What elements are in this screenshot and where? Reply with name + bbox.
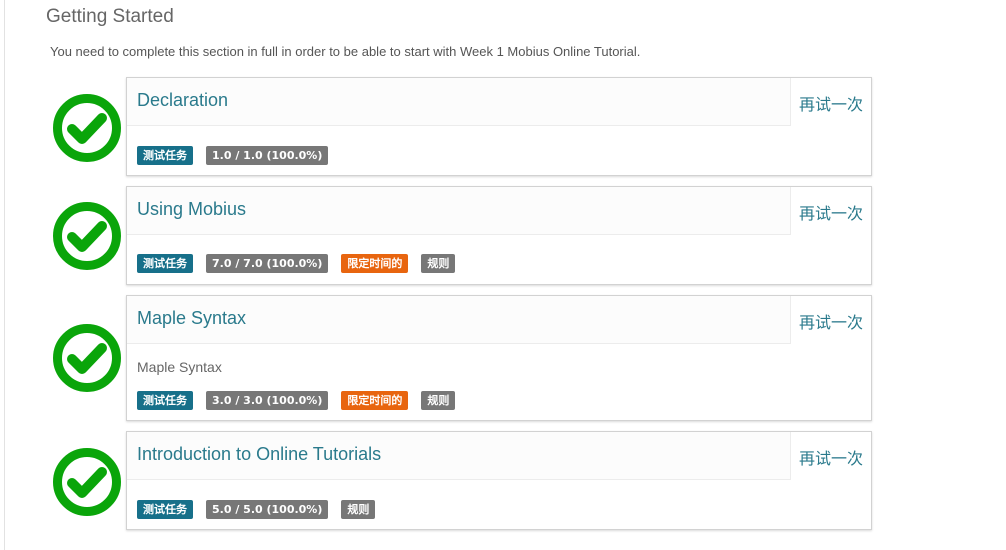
- retry-link[interactable]: 再试一次: [799, 309, 863, 333]
- score-badge: 3.0 / 3.0 (100.0%): [206, 391, 329, 410]
- rules-badge[interactable]: 规则: [421, 391, 456, 410]
- assignment-item-declaration: Declaration 再试一次 测试任务 1.0 / 1.0 (100.0%): [51, 77, 873, 177]
- rules-badge[interactable]: 规则: [421, 254, 456, 273]
- completed-check-icon: [53, 94, 121, 162]
- completed-check-icon: [53, 202, 121, 270]
- assignment-card: Using Mobius 再试一次 测试任务 7.0 / 7.0 (100.0%…: [126, 186, 872, 285]
- assignment-item-maple-syntax: Maple Syntax 再试一次 Maple Syntax 测试任务 3.0 …: [51, 295, 873, 422]
- score-badge: 5.0 / 5.0 (100.0%): [206, 500, 329, 519]
- badge-row: 测试任务 3.0 / 3.0 (100.0%) 限定时间的 规则: [137, 391, 456, 410]
- assignment-title-link[interactable]: Using Mobius: [137, 199, 246, 220]
- retry-link[interactable]: 再试一次: [799, 91, 863, 115]
- assignment-card: Maple Syntax 再试一次 Maple Syntax 测试任务 3.0 …: [126, 295, 872, 421]
- assignment-card: Introduction to Online Tutorials 再试一次 测试…: [126, 431, 872, 530]
- completed-check-icon: [53, 324, 121, 392]
- assignment-card: Declaration 再试一次 测试任务 1.0 / 1.0 (100.0%): [126, 77, 872, 176]
- section-title: Getting Started: [46, 6, 174, 27]
- badge-row: 测试任务 5.0 / 5.0 (100.0%) 规则: [137, 500, 376, 519]
- test-type-badge: 测试任务: [137, 391, 193, 410]
- assignment-title-link[interactable]: Maple Syntax: [137, 308, 246, 329]
- test-type-badge: 测试任务: [137, 146, 193, 165]
- badge-row: 测试任务 1.0 / 1.0 (100.0%): [137, 146, 329, 165]
- score-badge: 1.0 / 1.0 (100.0%): [206, 146, 329, 165]
- retry-link[interactable]: 再试一次: [799, 445, 863, 469]
- assignment-title-link[interactable]: Declaration: [137, 90, 228, 111]
- score-badge: 7.0 / 7.0 (100.0%): [206, 254, 329, 273]
- card-header: Declaration: [127, 78, 791, 126]
- assignment-description: Maple Syntax: [137, 359, 222, 375]
- rules-badge[interactable]: 规则: [341, 500, 376, 519]
- timed-badge: 限定时间的: [341, 391, 409, 410]
- retry-link[interactable]: 再试一次: [799, 200, 863, 224]
- assignment-title-link[interactable]: Introduction to Online Tutorials: [137, 444, 381, 465]
- badge-row: 测试任务 7.0 / 7.0 (100.0%) 限定时间的 规则: [137, 254, 456, 273]
- assignment-item-using-mobius: Using Mobius 再试一次 测试任务 7.0 / 7.0 (100.0%…: [51, 186, 873, 286]
- section-description: You need to complete this section in ful…: [50, 44, 641, 59]
- completed-check-icon: [53, 448, 121, 516]
- assignment-item-introduction-online-tutorials: Introduction to Online Tutorials 再试一次 测试…: [51, 431, 873, 531]
- test-type-badge: 测试任务: [137, 254, 193, 273]
- card-header: Maple Syntax: [127, 296, 791, 344]
- test-type-badge: 测试任务: [137, 500, 193, 519]
- timed-badge: 限定时间的: [341, 254, 409, 273]
- card-header: Using Mobius: [127, 187, 791, 235]
- content-page: Getting Started You need to complete thi…: [4, 0, 1006, 550]
- card-header: Introduction to Online Tutorials: [127, 432, 791, 480]
